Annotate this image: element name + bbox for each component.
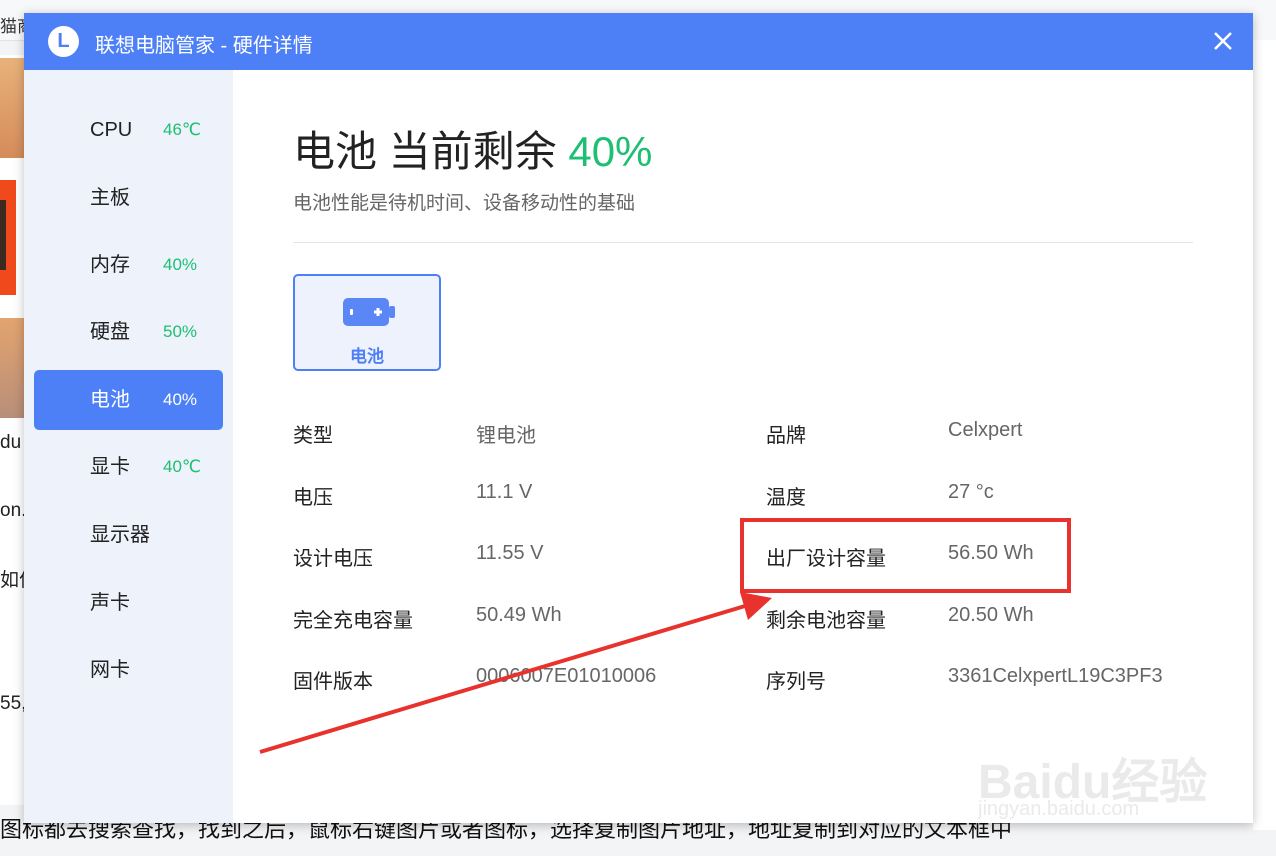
watermark-url: jingyan.baidu.com [978,798,1140,820]
watermark: Baidu经验 jingyan.baidu.com [978,722,1228,822]
